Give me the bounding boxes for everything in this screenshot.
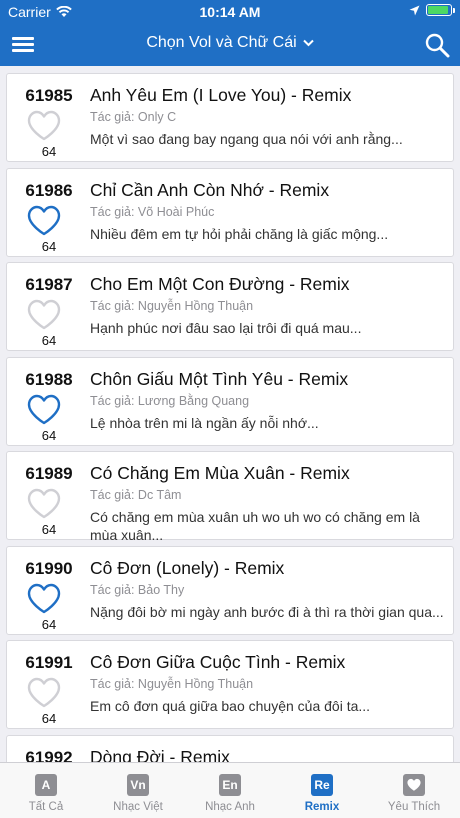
chevron-down-icon: [302, 39, 314, 47]
tab-letter-a[interactable]: A Tất Cả: [0, 763, 92, 818]
tab-label: Remix: [304, 801, 340, 813]
song-title: Chôn Giấu Một Tình Yêu - Remix: [90, 368, 349, 389]
song-author: Tác giả: Dc Tâm: [90, 488, 182, 502]
favorite-count: 64: [41, 238, 57, 254]
song-author: Tác giả: Bảo Thy: [90, 582, 185, 597]
song-title: Cô Đơn Giữa Cuộc Tình - Remix: [90, 652, 346, 672]
status-bar: Carrier 10:14 AM: [0, 0, 460, 24]
favorite-heart-icon[interactable]: [27, 394, 61, 426]
song-code: 61986: [25, 180, 73, 200]
song-title: Cô Đơn (Lonely) - Remix: [90, 557, 285, 578]
song-code: 61991: [25, 653, 73, 672]
status-time: 10:14 AM: [199, 4, 261, 20]
song-title: Chỉ Cần Anh Còn Nhớ - Remix: [90, 179, 330, 200]
battery-icon: [426, 4, 455, 16]
song-card[interactable]: 61986 64 Chỉ Cần Anh Còn Nhớ - Remix Tác…: [6, 167, 454, 257]
song-lyric-preview: Hạnh phúc nơi đâu sao lại trôi đi quá ma…: [90, 320, 362, 336]
song-card[interactable]: 61992 Dòng Đời - Remix: [6, 734, 454, 763]
song-lyric-preview: Có chăng em mùa xuân uh wo uh wo có chăn…: [90, 509, 420, 543]
tab-english-music[interactable]: En Nhạc Anh: [184, 763, 276, 818]
song-code: 61987: [25, 275, 73, 294]
song-author: Tác giả: Only C: [90, 110, 177, 124]
favorite-count: 64: [41, 333, 57, 348]
favorite-count: 64: [41, 616, 57, 632]
favorite-count: 64: [41, 427, 57, 443]
vietnamese-music-icon: Vn: [127, 774, 149, 796]
song-lyric-preview: Em cô đơn quá giữa bao chuyện của đôi ta…: [90, 698, 371, 714]
battery-level: [428, 6, 448, 14]
favorite-count: 64: [41, 711, 57, 726]
search-icon[interactable]: [424, 32, 450, 58]
song-card[interactable]: 61985 64 Anh Yêu Em (I Love You) - Remix…: [6, 73, 454, 162]
song-code: 61990: [25, 558, 73, 578]
song-author: Tác giả: Nguyễn Hồng Thuận: [90, 299, 254, 313]
song-author: Tác giả: Võ Hoài Phúc: [90, 204, 215, 219]
tab-label: Yêu Thích: [387, 801, 441, 813]
song-code: 61988: [25, 369, 73, 389]
english-music-icon: En: [219, 774, 241, 796]
favorite-count: 64: [41, 144, 57, 159]
song-card[interactable]: 61988 64 Chôn Giấu Một Tình Yêu - Remix …: [6, 356, 454, 446]
song-card[interactable]: 61991 64 Cô Đơn Giữa Cuộc Tình - Remix T…: [6, 640, 454, 729]
favorite-heart-icon[interactable]: [27, 299, 61, 331]
song-lyric-preview: Nặng đôi bờ mi ngày anh bước đi à thì ra…: [90, 603, 444, 620]
song-code: 61992: [25, 747, 73, 763]
favorite-count: 64: [41, 522, 57, 537]
favorite-heart-icon[interactable]: [27, 488, 61, 520]
tab-heart[interactable]: Yêu Thích: [368, 763, 460, 818]
song-lyric-preview: Nhiều đêm em tự hỏi phải chăng là giấc m…: [90, 225, 389, 242]
favorite-heart-icon[interactable]: [27, 677, 61, 709]
tab-vietnamese-music[interactable]: Vn Nhạc Việt: [92, 763, 184, 818]
nav-bar: Chọn Vol và Chữ Cái: [0, 26, 460, 66]
tab-remix[interactable]: Re Remix: [276, 763, 368, 818]
tab-label: Nhạc Việt: [113, 801, 163, 813]
tab-label: Nhạc Anh: [205, 801, 255, 813]
song-code: 61989: [25, 464, 73, 483]
vol-letter-selector[interactable]: Chọn Vol và Chữ Cái: [0, 34, 460, 52]
status-indicators: [409, 4, 455, 16]
song-author: Tác giả: Lương Bằng Quang: [90, 393, 250, 408]
song-card[interactable]: 61990 64 Cô Đơn (Lonely) - Remix Tác giả…: [6, 545, 454, 635]
song-title: Anh Yêu Em (I Love You) - Remix: [90, 85, 352, 105]
favorite-heart-icon[interactable]: [27, 205, 61, 237]
heart-icon: [403, 774, 425, 796]
letter-a-icon: A: [35, 774, 57, 796]
song-title: Có Chăng Em Mùa Xuân - Remix: [90, 463, 350, 483]
tab-label: Tất Cả: [28, 801, 64, 813]
page-title: Chọn Vol và Chữ Cái: [146, 34, 297, 51]
song-list: 61985 64 Anh Yêu Em (I Love You) - Remix…: [0, 66, 460, 762]
favorite-heart-icon[interactable]: [27, 110, 61, 142]
song-code: 61985: [25, 86, 73, 105]
song-author: Tác giả: Nguyễn Hồng Thuận: [90, 677, 254, 691]
song-card[interactable]: 61989 64 Có Chăng Em Mùa Xuân - Remix Tá…: [6, 451, 454, 543]
tab-bar: A Tất Cả Vn Nhạc Việt En Nhạc Anh Re Remix Yêu …: [0, 762, 460, 818]
song-card[interactable]: 61987 64 Cho Em Một Con Đường - Remix Tá…: [6, 262, 454, 351]
favorite-heart-icon[interactable]: [27, 583, 61, 615]
song-lyric-preview: Lệ nhòa trên mi là ngần ấy nỗi nhớ...: [90, 414, 319, 431]
location-arrow-icon: [409, 5, 420, 15]
song-title: Dòng Đời - Remix: [90, 746, 230, 763]
song-lyric-preview: Một vì sao đang bay ngang qua nói với an…: [90, 131, 403, 147]
remix-icon: Re: [311, 774, 333, 796]
top-bar: Carrier 10:14 AM Chọn Vol và Chữ Cái: [0, 0, 460, 66]
song-title: Cho Em Một Con Đường - Remix: [90, 274, 350, 294]
